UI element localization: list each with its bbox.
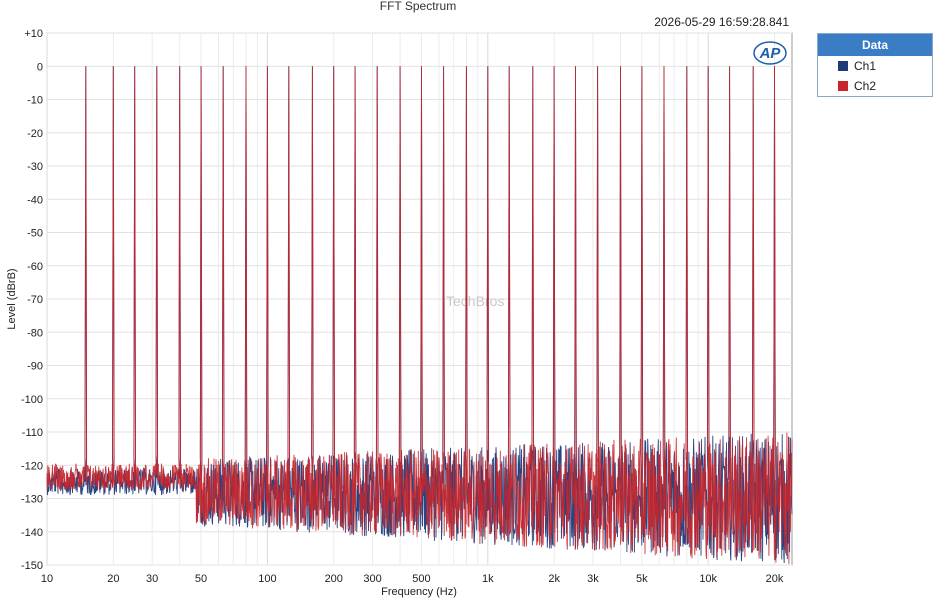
y-tick-label: -90 xyxy=(27,361,43,373)
watermark-text: TechBros xyxy=(446,293,504,309)
x-axis-title: Frequency (Hz) xyxy=(381,586,457,598)
y-tick-label: -80 xyxy=(27,327,43,339)
fft-chart: FFT Spectrum 2026-05-29 16:59:28.841 Tec… xyxy=(6,0,793,598)
y-tick-label: +10 xyxy=(24,28,43,40)
legend-item-ch1[interactable]: Ch1 xyxy=(818,56,932,76)
legend-label-ch2: Ch2 xyxy=(854,79,877,93)
x-tick-label: 1k xyxy=(482,573,494,585)
watermark: TechBros xyxy=(446,293,504,309)
y-tick-label: 0 xyxy=(37,61,43,73)
chart-title: FFT Spectrum xyxy=(380,0,456,13)
x-tick-label: 20k xyxy=(766,573,784,585)
legend-swatch-ch1 xyxy=(838,61,848,71)
x-tick-label: 300 xyxy=(363,573,381,585)
x-tick-label: 20 xyxy=(107,573,119,585)
legend-title: Data xyxy=(818,34,932,56)
x-tick-label: 10 xyxy=(41,573,53,585)
x-tick-label: 2k xyxy=(548,573,560,585)
y-axis-ticks: +10 0 -10 -20 -30 -40 -50 -60 -70 -80 -90 -100 -110 -… xyxy=(21,28,43,572)
y-tick-label: -130 xyxy=(21,494,43,506)
x-tick-label: 50 xyxy=(195,573,207,585)
x-tick-label: 100 xyxy=(258,573,276,585)
y-tick-label: -30 xyxy=(27,161,43,173)
legend-swatch-ch2 xyxy=(838,81,848,91)
x-tick-label: 200 xyxy=(325,573,343,585)
x-tick-label: 10k xyxy=(699,573,717,585)
ap-logo-text: AP xyxy=(759,45,782,62)
legend-item-ch2[interactable]: Ch2 xyxy=(818,76,932,96)
y-tick-label: -40 xyxy=(27,194,43,206)
y-tick-label: -100 xyxy=(21,394,43,406)
y-tick-label: -20 xyxy=(27,128,43,140)
legend-panel: Data Ch1 Ch2 xyxy=(817,33,933,97)
y-tick-label: -50 xyxy=(27,228,43,240)
y-tick-label: -120 xyxy=(21,460,43,472)
y-tick-label: -10 xyxy=(27,95,43,107)
y-tick-label: -60 xyxy=(27,261,43,273)
x-tick-label: 5k xyxy=(636,573,648,585)
y-tick-label: -110 xyxy=(22,427,43,439)
y-axis-title: Level (dBrB) xyxy=(6,268,18,329)
x-tick-label: 3k xyxy=(587,573,599,585)
x-tick-label: 30 xyxy=(146,573,158,585)
x-tick-label: 500 xyxy=(412,573,430,585)
y-tick-label: -150 xyxy=(21,560,43,572)
y-tick-label: -140 xyxy=(21,527,43,539)
legend-label-ch1: Ch1 xyxy=(854,59,877,73)
timestamp: 2026-05-29 16:59:28.841 xyxy=(654,15,789,29)
y-tick-label: -70 xyxy=(27,294,43,306)
x-axis-ticks: 10 20 30 50 100 200 300 500 1k 2k 3k 5k 10k 20k xyxy=(41,573,784,585)
